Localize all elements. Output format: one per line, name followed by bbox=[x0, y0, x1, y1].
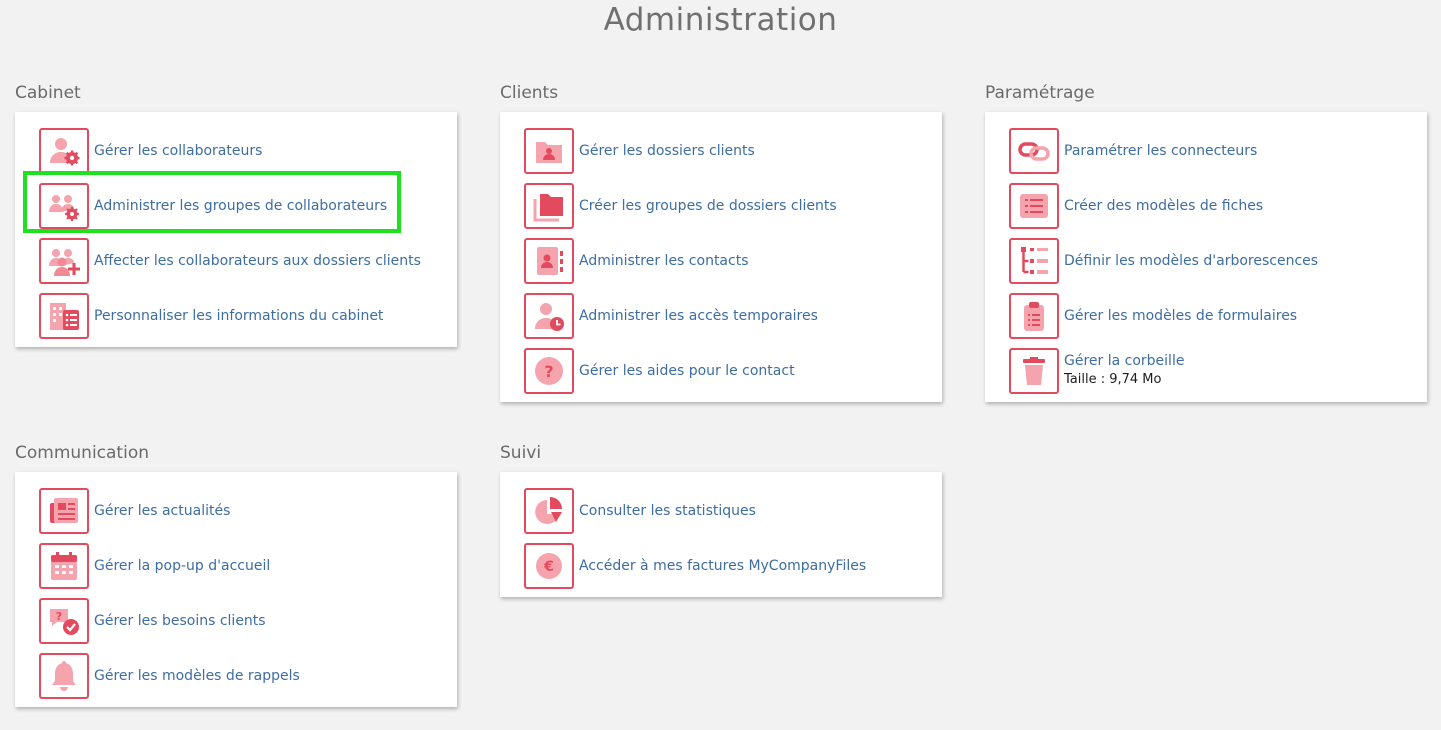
folder-user-icon bbox=[524, 127, 574, 174]
customize-cabinet-item[interactable]: Personnaliser les informations du cabine… bbox=[39, 288, 457, 343]
tree-list-icon bbox=[1009, 237, 1059, 284]
list-card-icon bbox=[1009, 182, 1059, 229]
item-link[interactable]: Gérer la corbeille bbox=[1064, 352, 1184, 370]
card-clients: Gérer les dossiers clients Créer les gro… bbox=[500, 112, 942, 402]
users-gear-icon bbox=[39, 182, 89, 229]
clipboard-icon bbox=[1009, 292, 1059, 339]
item-link[interactable]: Gérer les modèles de formulaires bbox=[1064, 307, 1297, 325]
item-link[interactable]: Créer des modèles de fiches bbox=[1064, 197, 1263, 215]
calendar-icon bbox=[39, 542, 89, 589]
create-client-folder-groups-item[interactable]: Créer les groupes de dossiers clients bbox=[524, 178, 942, 233]
manage-temporary-access-item[interactable]: Administrer les accès temporaires bbox=[524, 288, 942, 343]
item-link[interactable]: Paramétrer les connecteurs bbox=[1064, 142, 1257, 160]
manage-reminder-templates-item[interactable]: Gérer les modèles de rappels bbox=[39, 648, 457, 703]
item-link[interactable]: Personnaliser les informations du cabine… bbox=[94, 307, 383, 325]
manage-trash-item[interactable]: Gérer la corbeille Taille : 9,74 Mo bbox=[1009, 343, 1427, 398]
item-link[interactable]: Gérer les modèles de rappels bbox=[94, 667, 300, 685]
manage-client-needs-item[interactable]: ? Gérer les besoins clients bbox=[39, 593, 457, 648]
folders-icon bbox=[524, 182, 574, 229]
question-circle-icon: ? bbox=[524, 347, 574, 394]
section-title: Clients bbox=[500, 83, 559, 103]
create-card-templates-item[interactable]: Créer des modèles de fiches bbox=[1009, 178, 1427, 233]
contact-book-icon bbox=[524, 237, 574, 284]
link-icon bbox=[1009, 127, 1059, 174]
section-suivi: Suivi Consulter les statistiques € Accéd… bbox=[500, 442, 942, 597]
manage-news-item[interactable]: Gérer les actualités bbox=[39, 483, 457, 538]
item-link[interactable]: Gérer les collaborateurs bbox=[94, 142, 262, 160]
item-link[interactable]: Consulter les statistiques bbox=[579, 502, 756, 520]
manage-collaborators-item[interactable]: Gérer les collaborateurs bbox=[39, 123, 457, 178]
user-clock-icon bbox=[524, 292, 574, 339]
card-parametrage: Paramétrer les connecteurs Créer des mod… bbox=[985, 112, 1427, 402]
section-title: Suivi bbox=[500, 443, 542, 463]
manage-welcome-popup-item[interactable]: Gérer la pop-up d'accueil bbox=[39, 538, 457, 593]
card-communication: Gérer les actualités Gérer la pop-up d'a… bbox=[15, 472, 457, 707]
define-tree-templates-item[interactable]: Définir les modèles d'arborescences bbox=[1009, 233, 1427, 288]
users-plus-icon bbox=[39, 237, 89, 284]
section-parametrage: Paramétrage Paramétrer les connecteurs C… bbox=[985, 82, 1427, 402]
manage-contact-help-item[interactable]: ? Gérer les aides pour le contact bbox=[524, 343, 942, 398]
item-link[interactable]: Gérer les dossiers clients bbox=[579, 142, 755, 160]
item-link[interactable]: Administrer les contacts bbox=[579, 252, 749, 270]
configure-connectors-item[interactable]: Paramétrer les connecteurs bbox=[1009, 123, 1427, 178]
card-cabinet: Gérer les collaborateurs Administrer les… bbox=[15, 112, 457, 347]
chat-question-icon: ? bbox=[39, 597, 89, 644]
card-suivi: Consulter les statistiques € Accéder à m… bbox=[500, 472, 942, 597]
pie-chart-icon bbox=[524, 487, 574, 534]
svg-text:?: ? bbox=[544, 362, 553, 381]
manage-collaborator-groups-item[interactable]: Administrer les groupes de collaborateur… bbox=[39, 178, 457, 233]
section-title: Cabinet bbox=[15, 83, 81, 103]
assign-collaborators-item[interactable]: Affecter les collaborateurs aux dossiers… bbox=[39, 233, 457, 288]
section-title: Communication bbox=[15, 443, 149, 463]
manage-form-templates-item[interactable]: Gérer les modèles de formulaires bbox=[1009, 288, 1427, 343]
svg-text:?: ? bbox=[56, 610, 62, 623]
item-link[interactable]: Gérer les besoins clients bbox=[94, 612, 266, 630]
user-gear-icon bbox=[39, 127, 89, 174]
section-title: Paramétrage bbox=[985, 83, 1095, 103]
view-statistics-item[interactable]: Consulter les statistiques bbox=[524, 483, 942, 538]
item-link[interactable]: Administrer les groupes de collaborateur… bbox=[94, 197, 387, 215]
trash-icon bbox=[1009, 347, 1059, 394]
item-link[interactable]: Créer les groupes de dossiers clients bbox=[579, 197, 837, 215]
section-communication: Communication Gérer les actualités Gérer… bbox=[15, 442, 457, 707]
bell-icon bbox=[39, 652, 89, 699]
section-cabinet: Cabinet Gérer les collaborateurs Adminis… bbox=[15, 82, 457, 347]
manage-client-folders-item[interactable]: Gérer les dossiers clients bbox=[524, 123, 942, 178]
building-list-icon bbox=[39, 292, 89, 339]
item-link[interactable]: Gérer la pop-up d'accueil bbox=[94, 557, 270, 575]
svg-text:€: € bbox=[543, 559, 554, 575]
access-invoices-item[interactable]: € Accéder à mes factures MyCompanyFiles bbox=[524, 538, 942, 593]
section-clients: Clients Gérer les dossiers clients Créer… bbox=[500, 82, 942, 402]
manage-contacts-item[interactable]: Administrer les contacts bbox=[524, 233, 942, 288]
item-link[interactable]: Administrer les accès temporaires bbox=[579, 307, 818, 325]
newspaper-icon bbox=[39, 487, 89, 534]
trash-size-text: Taille : 9,74 Mo bbox=[1064, 371, 1162, 387]
item-link[interactable]: Définir les modèles d'arborescences bbox=[1064, 252, 1318, 270]
item-link[interactable]: Affecter les collaborateurs aux dossiers… bbox=[94, 252, 421, 270]
euro-icon: € bbox=[524, 542, 574, 589]
page-title: Administration bbox=[603, 2, 838, 38]
item-link[interactable]: Gérer les actualités bbox=[94, 502, 230, 520]
item-link[interactable]: Gérer les aides pour le contact bbox=[579, 362, 795, 380]
item-link[interactable]: Accéder à mes factures MyCompanyFiles bbox=[579, 557, 866, 575]
